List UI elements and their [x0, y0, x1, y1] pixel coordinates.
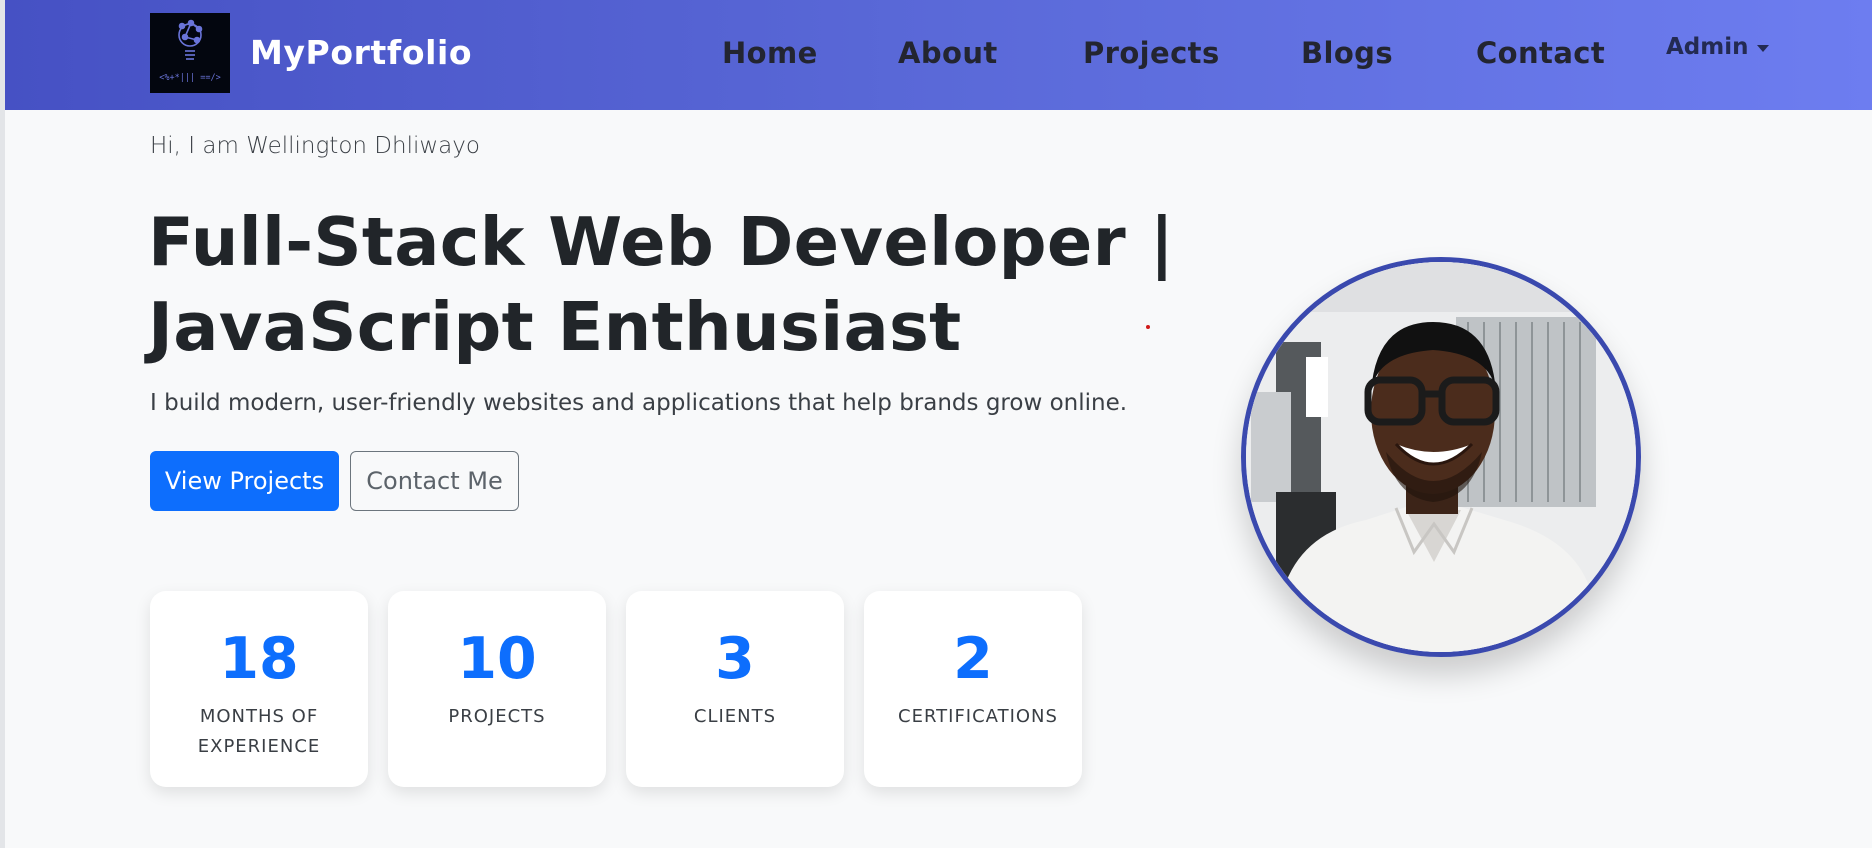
logo-caption: <%+*||| ==/> — [159, 73, 220, 83]
profile-photo — [1241, 257, 1641, 657]
stat-label: Certifications — [898, 706, 1058, 727]
view-projects-button[interactable]: View Projects — [150, 451, 339, 511]
navbar: <%+*||| ==/> MyPortfolio Home About Proj… — [5, 0, 1872, 110]
hero-tagline: I build modern, user-friendly websites a… — [150, 390, 1128, 416]
nav-projects[interactable]: Projects — [1083, 36, 1220, 70]
stat-value: 18 — [219, 626, 299, 692]
headline-line-1: Full-Stack Web Developer | — [148, 203, 1175, 281]
stat-label: Projects — [448, 706, 546, 727]
stat-card-experience: 18 Months of Experience — [150, 591, 368, 787]
stat-card-projects: 10 Projects — [388, 591, 606, 787]
nav-contact[interactable]: Contact — [1476, 36, 1605, 70]
stat-label: Clients — [693, 706, 777, 727]
page-edge — [0, 0, 5, 848]
stat-card-certifications: 2 Certifications — [864, 591, 1082, 787]
nav-home[interactable]: Home — [722, 36, 818, 70]
hero-greeting: Hi, I am Wellington Dhliwayo — [150, 133, 480, 159]
headline-line-2: JavaScript Enthusiast — [148, 288, 962, 366]
nav-blogs[interactable]: Blogs — [1301, 36, 1393, 70]
brand-name[interactable]: MyPortfolio — [250, 33, 472, 72]
stat-value: 3 — [715, 626, 755, 692]
stat-value: 2 — [953, 626, 993, 692]
stat-label: Months of Experience — [197, 706, 321, 757]
contact-me-button[interactable]: Contact Me — [350, 451, 519, 511]
nav-about[interactable]: About — [898, 36, 998, 70]
hero-headline: Full-Stack Web Developer | JavaScript En… — [148, 200, 1174, 370]
admin-label: Admin — [1666, 34, 1749, 60]
admin-dropdown[interactable]: Admin — [1666, 34, 1769, 60]
logo-icon[interactable]: <%+*||| ==/> — [150, 13, 230, 93]
red-dot — [1146, 325, 1150, 329]
stat-value: 10 — [457, 626, 537, 692]
caret-down-icon — [1756, 44, 1769, 52]
stat-card-clients: 3 Clients — [626, 591, 844, 787]
